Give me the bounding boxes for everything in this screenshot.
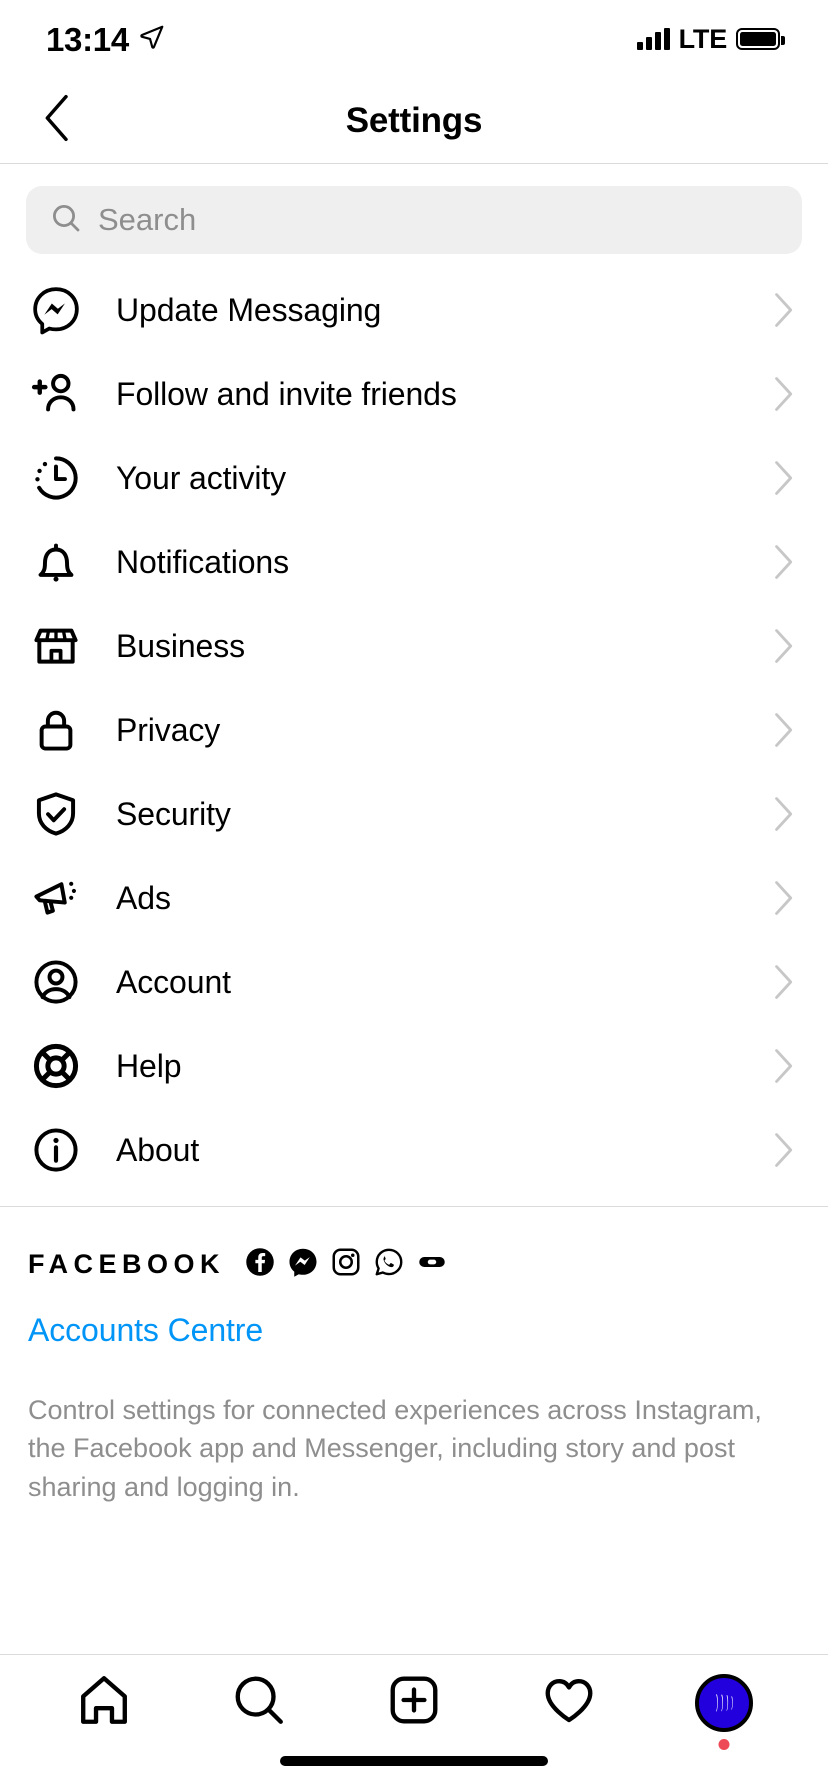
tab-create[interactable] <box>368 1657 460 1749</box>
settings-row-label: Security <box>116 795 231 832</box>
clock-time: 13:14 <box>46 20 129 58</box>
bell-icon <box>28 534 84 590</box>
storefront-icon <box>28 618 84 674</box>
whatsapp-icon <box>374 1247 404 1282</box>
heart-icon <box>540 1671 598 1734</box>
search-icon <box>230 1671 288 1734</box>
settings-row-label: Privacy <box>116 711 221 748</box>
chevron-right-icon <box>768 628 798 664</box>
chevron-right-icon <box>768 712 798 748</box>
settings-row-notifications[interactable]: Notifications <box>0 520 828 604</box>
settings-row-label: Notifications <box>116 543 289 580</box>
network-label: LTE <box>678 23 728 54</box>
facebook-brand-row: FACEBOOK <box>28 1247 800 1282</box>
tab-search[interactable] <box>213 1657 305 1749</box>
home-indicator[interactable] <box>280 1756 548 1766</box>
chevron-left-icon <box>41 94 75 147</box>
instagram-icon <box>331 1247 361 1282</box>
search-input[interactable]: Search <box>26 186 802 254</box>
search-icon <box>50 202 82 239</box>
settings-row-your-activity[interactable]: Your activity <box>0 436 828 520</box>
settings-row-label: Update Messaging <box>116 291 382 328</box>
back-button[interactable] <box>28 91 88 151</box>
notification-dot <box>718 1738 730 1750</box>
clock-activity-icon <box>28 450 84 506</box>
settings-row-label: Business <box>116 627 246 664</box>
settings-row-update-messaging[interactable]: Update Messaging <box>0 268 828 352</box>
location-arrow-icon <box>139 24 165 55</box>
tab-home[interactable] <box>58 1657 150 1749</box>
settings-row-ads[interactable]: Ads <box>0 856 828 940</box>
settings-row-business[interactable]: Business <box>0 604 828 688</box>
status-bar-right: LTE <box>636 23 785 55</box>
chevron-right-icon <box>768 376 798 412</box>
facebook-icon <box>245 1247 275 1282</box>
search-placeholder: Search <box>98 202 197 237</box>
chevron-right-icon <box>768 1048 798 1084</box>
chevron-right-icon <box>768 1132 798 1168</box>
signal-bars-icon <box>636 28 670 50</box>
settings-row-follow-invite-friends[interactable]: Follow and invite friends <box>0 352 828 436</box>
search-container: Search <box>0 164 828 268</box>
bottom-tab-bar <box>0 1654 828 1750</box>
chevron-right-icon <box>768 796 798 832</box>
settings-content: Search Update Messaging Follow and invit… <box>0 164 828 1654</box>
person-circle-icon <box>28 954 84 1010</box>
info-circle-icon <box>28 1122 84 1178</box>
settings-row-label: Help <box>116 1047 182 1084</box>
facebook-section-description: Control settings for connected experienc… <box>28 1395 762 1502</box>
life-ring-icon <box>28 1038 84 1094</box>
lock-icon <box>28 702 84 758</box>
status-bar-left: 13:14 <box>46 23 165 56</box>
tab-profile[interactable] <box>678 1657 770 1750</box>
chevron-right-icon <box>768 544 798 580</box>
avatar <box>695 1673 754 1732</box>
chevron-right-icon <box>768 964 798 1000</box>
settings-row-label: About <box>116 1131 200 1168</box>
settings-row-help[interactable]: Help <box>0 1024 828 1108</box>
tab-activity[interactable] <box>523 1657 615 1749</box>
settings-row-label: Follow and invite friends <box>116 375 457 412</box>
chevron-right-icon <box>768 880 798 916</box>
shield-check-icon <box>28 786 84 842</box>
status-bar: 13:14 LTE <box>0 0 828 78</box>
navigation-bar: Settings <box>0 78 828 164</box>
person-plus-icon <box>28 366 84 422</box>
home-indicator-area <box>0 1750 828 1792</box>
settings-row-label: Account <box>116 963 231 1000</box>
settings-row-account[interactable]: Account <box>0 940 828 1024</box>
settings-row-label: Your activity <box>116 459 287 496</box>
settings-list: Update Messaging Follow and invite frien… <box>0 268 828 1192</box>
home-icon <box>75 1671 133 1734</box>
megaphone-icon <box>28 870 84 926</box>
plus-square-icon <box>385 1671 443 1734</box>
messenger-icon <box>28 282 84 338</box>
facebook-section: FACEBOOK Accounts Centre Control setting… <box>0 1207 828 1506</box>
settings-row-about[interactable]: About <box>0 1108 828 1192</box>
messenger-icon <box>288 1247 318 1282</box>
profile-avatar-icon <box>693 1672 755 1750</box>
battery-full-icon <box>736 28 785 50</box>
page-title: Settings <box>345 100 483 140</box>
instagram-settings-screen: 13:14 LTE Settings Search Update Messagi… <box>0 0 828 1792</box>
facebook-app-icons <box>245 1247 447 1282</box>
accounts-centre-link[interactable]: Accounts Centre <box>28 1312 800 1349</box>
chevron-right-icon <box>768 460 798 496</box>
settings-row-security[interactable]: Security <box>0 772 828 856</box>
chevron-right-icon <box>768 292 798 328</box>
settings-row-privacy[interactable]: Privacy <box>0 688 828 772</box>
settings-row-label: Ads <box>116 879 171 916</box>
facebook-wordmark: FACEBOOK <box>28 1249 226 1279</box>
oculus-icon <box>417 1247 447 1282</box>
